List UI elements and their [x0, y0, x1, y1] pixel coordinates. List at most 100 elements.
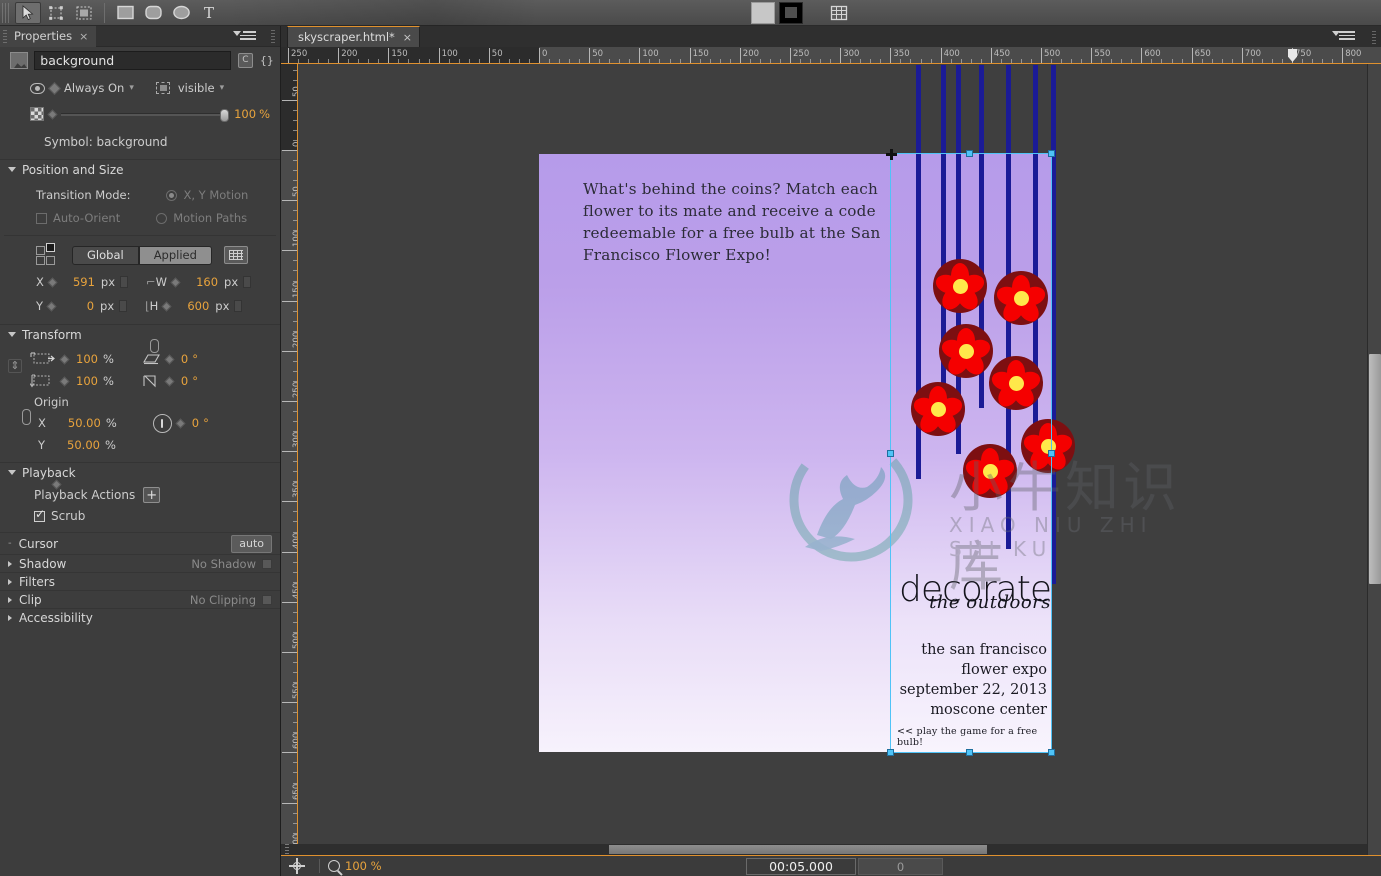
section-filters-header[interactable]: Filters [0, 572, 280, 590]
h-value[interactable]: 600 [175, 299, 209, 313]
xy-motion-radio[interactable] [166, 189, 178, 201]
ruler-playhead-marker[interactable] [1288, 49, 1297, 62]
rotation-dial-icon[interactable] [152, 413, 172, 433]
auto-orient-checkbox[interactable] [36, 212, 47, 224]
flower-coin[interactable] [933, 259, 987, 314]
frame-field[interactable]: 0 [858, 858, 943, 875]
opacity-slider-knob[interactable] [220, 108, 230, 122]
flower-coin[interactable] [1021, 419, 1075, 474]
horizontal-scrollbar-thumb[interactable] [609, 845, 987, 854]
w-keyframe-diamond[interactable] [170, 277, 181, 287]
hscroll-grip[interactable] [285, 844, 289, 855]
vertical-scrollbar-thumb[interactable] [1369, 354, 1381, 584]
grid-toggle-button[interactable] [826, 2, 852, 24]
zoom-icon[interactable] [328, 860, 340, 872]
always-on-label[interactable]: Always On [64, 81, 124, 95]
flower-coin[interactable] [994, 271, 1048, 326]
global-button[interactable]: Global [72, 245, 139, 265]
x-keyframe-diamond[interactable] [47, 277, 58, 287]
scale-x-value[interactable]: 100 [76, 352, 98, 366]
w-value[interactable]: 160 [184, 275, 218, 289]
vertical-scrollbar[interactable] [1367, 64, 1381, 876]
flower-coin[interactable] [939, 324, 993, 379]
section-clip-header[interactable]: Clip No Clipping [0, 590, 280, 608]
text-tool-button[interactable]: T [196, 2, 222, 24]
skew-y-value[interactable]: 0 [181, 374, 188, 388]
always-on-chevron-down-icon[interactable]: ▾ [129, 83, 134, 93]
section-shadow-header[interactable]: Shadow No Shadow [0, 554, 280, 572]
motion-paths-radio[interactable] [156, 212, 168, 224]
origin-y-value[interactable]: 50.00 [67, 438, 100, 452]
skew-x-keyframe-diamond[interactable] [164, 354, 175, 364]
selection-tool-button[interactable] [15, 1, 41, 24]
opacity-slider[interactable] [61, 108, 230, 122]
coordinate-space-toggle[interactable]: Global Applied [72, 245, 212, 265]
element-name-input[interactable] [34, 50, 232, 70]
y-keyframe-diamond[interactable] [46, 301, 57, 311]
rotation-value[interactable]: 0 [192, 416, 199, 430]
cursor-value-button[interactable]: auto [231, 534, 272, 553]
scale-y-value[interactable]: 100 [76, 374, 98, 388]
code-braces-icon[interactable]: {} [260, 53, 274, 68]
visible-chevron-down-icon[interactable]: ▾ [220, 83, 225, 93]
add-playback-action-button[interactable]: + [143, 487, 161, 503]
link-scale-icon[interactable] [22, 409, 31, 425]
skew-y-keyframe-diamond[interactable] [164, 376, 175, 386]
fill-color-swatch[interactable] [751, 1, 775, 24]
opacity-keyframe-diamond[interactable] [47, 109, 58, 119]
scale-y-keyframe-diamond[interactable] [59, 376, 70, 386]
panel-dock-grip[interactable] [271, 30, 275, 43]
timecode-field[interactable]: 00:05.000 [746, 858, 856, 875]
tab-skyscraper-html[interactable]: skyscraper.html* × [287, 26, 421, 47]
zoom-value[interactable]: 100 % [345, 859, 382, 873]
stroke-color-swatch[interactable] [779, 1, 803, 24]
flower-coin[interactable] [963, 444, 1017, 499]
horizontal-scrollbar[interactable] [281, 844, 1367, 855]
rotation-keyframe-diamond[interactable] [175, 418, 186, 428]
x-unit-dropdown[interactable] [120, 276, 128, 288]
scrub-checkbox[interactable] [34, 507, 45, 522]
link-wh-icon[interactable] [150, 339, 159, 353]
section-accessibility-header[interactable]: Accessibility [0, 608, 280, 626]
horizontal-ruler[interactable]: 250 200 150 100 50 0 50 100 150 200 250 300 350 400 45… [281, 47, 1381, 64]
play-game-link[interactable]: << play the game for a free bulb! [897, 726, 1051, 748]
registration-point-icon[interactable] [36, 243, 66, 267]
rounded-rect-tool-button[interactable] [140, 2, 166, 24]
stage-dock-grip[interactable] [1372, 31, 1376, 44]
toolbar-drag-grip[interactable] [2, 2, 11, 23]
expand-collapse-toggle[interactable]: ⇕ [8, 359, 22, 373]
x-value[interactable]: 591 [61, 275, 95, 289]
center-stage-icon[interactable] [289, 858, 305, 874]
vertical-ruler[interactable]: 5005010015020025030035040045050055060065… [281, 64, 298, 876]
skyscraper-artboard[interactable]: decorate the outdoors the san francisco … [891, 65, 1075, 752]
section-playback-header[interactable]: Playback [0, 462, 280, 482]
skew-x-value[interactable]: 0 [181, 352, 188, 366]
applied-button[interactable]: Applied [138, 245, 212, 265]
flower-coin[interactable] [911, 382, 965, 437]
y-value[interactable]: 0 [60, 299, 94, 313]
tab-properties[interactable]: Properties × [0, 25, 97, 47]
origin-x-value[interactable]: 50.00 [68, 416, 101, 430]
panel-drag-grip[interactable] [3, 30, 7, 43]
flower-coin[interactable] [989, 356, 1043, 411]
section-position-and-size-header[interactable]: Position and Size [0, 159, 280, 179]
clip-enable-toggle[interactable] [262, 594, 272, 605]
h-unit-dropdown[interactable] [234, 300, 243, 312]
transform-tool-button[interactable] [43, 2, 69, 24]
size-options-button[interactable] [224, 246, 248, 264]
class-button-icon[interactable]: C [238, 52, 253, 68]
ellipse-tool-button[interactable] [168, 2, 194, 24]
y-unit-dropdown[interactable] [119, 300, 128, 312]
tab-properties-close-icon[interactable]: × [79, 30, 88, 43]
w-unit-dropdown[interactable] [243, 276, 252, 288]
panel-menu-icon[interactable] [233, 31, 256, 42]
marquee-tool-button[interactable] [71, 2, 97, 24]
rectangle-tool-button[interactable] [112, 2, 138, 24]
always-on-keyframe-diamond[interactable] [48, 81, 61, 95]
shadow-enable-toggle[interactable] [262, 558, 272, 569]
canvas[interactable]: What's behind the coins? Match each flow… [299, 65, 1363, 862]
tab-skyscraper-close-icon[interactable]: × [403, 31, 412, 44]
scale-x-keyframe-diamond[interactable] [59, 354, 70, 364]
visible-label[interactable]: visible [178, 81, 215, 95]
section-cursor-header[interactable]: - Cursor auto [0, 532, 280, 554]
